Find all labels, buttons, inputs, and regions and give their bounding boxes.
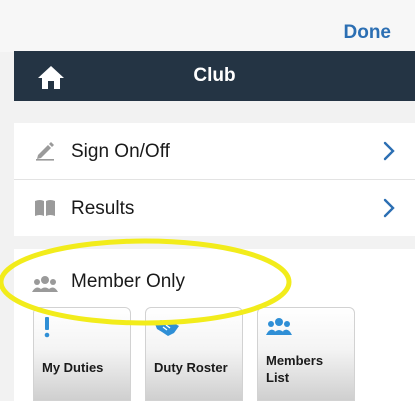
- group-icon: [32, 276, 58, 292]
- section-spacer: [14, 237, 415, 249]
- chevron-right-icon: [383, 141, 395, 161]
- list-item-label: Results: [71, 198, 135, 219]
- nav-bar: Club: [14, 51, 415, 101]
- list-item-sign-on-off[interactable]: Sign On/Off: [14, 123, 415, 180]
- top-spacer: [14, 101, 415, 123]
- section-title: Member Only: [71, 271, 186, 292]
- tile-label-line-2: List: [266, 370, 290, 385]
- tile-my-duties[interactable]: My Duties: [33, 307, 131, 401]
- handshake-icon: [155, 320, 179, 336]
- menu-list: Sign On/Off Results: [14, 123, 415, 236]
- list-item-label: Sign On/Off: [71, 141, 170, 162]
- tile-label: Duty Roster: [154, 360, 228, 375]
- tile-label-line-1: Members: [266, 353, 324, 368]
- done-button[interactable]: Done: [344, 22, 392, 44]
- tile-duty-roster[interactable]: Duty Roster: [145, 307, 243, 401]
- chevron-right-icon: [383, 198, 395, 218]
- pencil-icon: [36, 142, 54, 161]
- screen: Done Club Sign On/Off Results Member Onl…: [0, 0, 415, 401]
- group-icon: [266, 318, 292, 335]
- tile-label: My Duties: [42, 360, 104, 375]
- top-bar: Done: [0, 0, 415, 52]
- page-title: Club: [193, 65, 236, 86]
- exclamation-icon: [44, 317, 50, 338]
- list-item-results[interactable]: Results: [14, 180, 415, 236]
- tile-members-list[interactable]: Members List: [257, 307, 355, 401]
- book-icon: [35, 200, 55, 216]
